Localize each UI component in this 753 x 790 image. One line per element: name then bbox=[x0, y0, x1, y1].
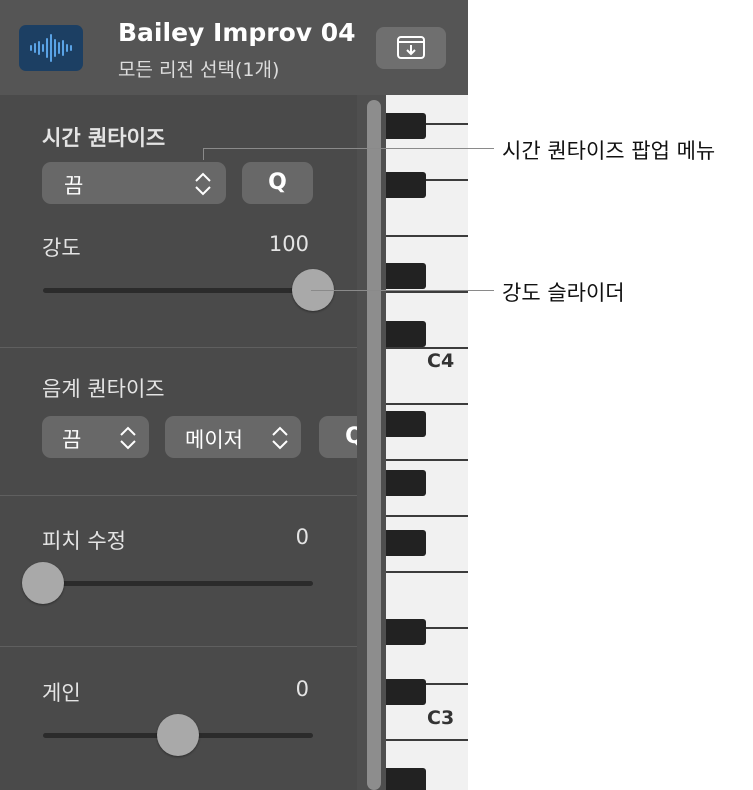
download-button[interactable] bbox=[376, 27, 446, 69]
scale-quantize-label: 음계 퀀타이즈 bbox=[42, 377, 165, 401]
divider bbox=[0, 646, 357, 647]
audio-waveform-icon bbox=[19, 25, 83, 71]
gain-value: 0 bbox=[295, 677, 309, 701]
chevron-up-down-icon bbox=[272, 426, 288, 450]
key-label-c3: C3 bbox=[427, 707, 455, 729]
chevron-up-down-icon bbox=[195, 172, 211, 196]
piano-keyboard[interactable]: C4 C3 bbox=[386, 95, 468, 790]
scale-type-value: 메이저 bbox=[185, 428, 243, 452]
gain-slider-thumb[interactable] bbox=[157, 714, 199, 756]
region-header: Bailey Improv 04 모든 리전 선택(1개) bbox=[0, 0, 468, 95]
scale-quantize-popup-value: 끔 bbox=[62, 428, 82, 452]
black-key[interactable] bbox=[386, 768, 426, 790]
divider bbox=[0, 495, 357, 496]
scale-quantize-q-button[interactable]: Q bbox=[319, 416, 357, 458]
pitch-correction-slider-track[interactable] bbox=[43, 581, 313, 586]
black-key[interactable] bbox=[386, 679, 426, 705]
time-quantize-label: 시간 퀀타이즈 bbox=[42, 126, 166, 150]
black-key[interactable] bbox=[386, 321, 426, 347]
divider bbox=[0, 347, 357, 348]
scale-type-popup[interactable]: 메이저 bbox=[165, 416, 301, 458]
callout-time-quantize-popup: 시간 퀀타이즈 팝업 메뉴 bbox=[502, 139, 716, 163]
black-key[interactable] bbox=[386, 172, 426, 198]
gain-label: 게인 bbox=[42, 681, 81, 705]
black-key[interactable] bbox=[386, 530, 426, 556]
key-label-c4: C4 bbox=[427, 350, 455, 372]
strength-slider-track[interactable] bbox=[43, 288, 313, 293]
strength-label: 강도 bbox=[42, 236, 81, 260]
chevron-up-down-icon bbox=[120, 426, 136, 450]
black-key[interactable] bbox=[386, 619, 426, 645]
callout-leader bbox=[203, 148, 494, 149]
callout-leader bbox=[311, 290, 494, 291]
time-quantize-popup-value: 끔 bbox=[64, 174, 84, 198]
pitch-correction-label: 피치 수정 bbox=[42, 529, 126, 553]
black-key[interactable] bbox=[386, 263, 426, 289]
callout-strength-slider: 강도 슬라이더 bbox=[502, 281, 625, 305]
scale-quantize-controls: 끔 메이저 Q bbox=[0, 400, 357, 470]
time-quantize-popup[interactable]: 끔 bbox=[42, 162, 226, 204]
callout-leader bbox=[203, 148, 204, 160]
scrollbar-thumb[interactable] bbox=[367, 100, 381, 790]
tray-download-icon bbox=[397, 36, 425, 59]
black-key[interactable] bbox=[386, 470, 426, 496]
pitch-correction-slider-thumb[interactable] bbox=[22, 562, 64, 604]
black-key[interactable] bbox=[386, 411, 426, 437]
black-key[interactable] bbox=[386, 113, 426, 139]
selection-status: 모든 리전 선택(1개) bbox=[118, 59, 280, 81]
pitch-correction-value: 0 bbox=[295, 525, 309, 549]
time-quantize-q-button[interactable]: Q bbox=[242, 162, 313, 204]
scale-quantize-popup[interactable]: 끔 bbox=[42, 416, 149, 458]
region-title: Bailey Improv 04 bbox=[118, 18, 356, 47]
strength-value: 100 bbox=[268, 232, 309, 256]
